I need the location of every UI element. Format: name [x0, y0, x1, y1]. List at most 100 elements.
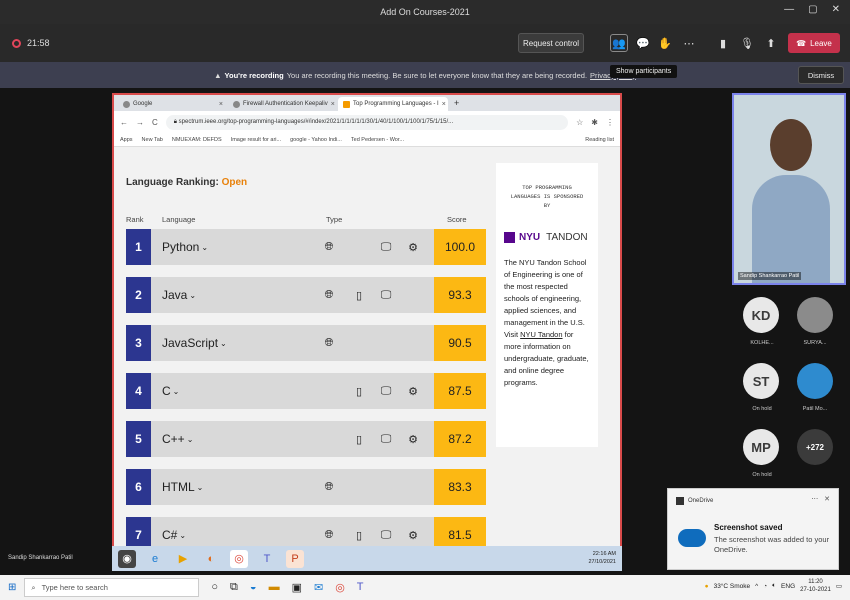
weather-text[interactable]: 33°C Smoke [714, 583, 751, 590]
reading-list[interactable]: Reading list [585, 137, 614, 143]
web-type-icon: 🌐︎ [324, 480, 334, 493]
mic-off-icon[interactable]: 🎙 [738, 34, 756, 52]
chevron-down-icon: ⌄ [189, 290, 197, 300]
address-row: ← → C 🔒︎ spectrum.ieee.org/top-programmi… [114, 111, 620, 133]
new-tab-button[interactable]: + [448, 98, 465, 111]
language-name-text: Python [162, 240, 200, 254]
file-explorer-icon[interactable]: ▬ [269, 581, 280, 594]
minimize-button[interactable]: — [784, 4, 794, 15]
ranking-row[interactable]: 4 C ⌄ ▯ 🖵 ⚙ 87.5 [126, 373, 486, 409]
ranking-row[interactable]: 6 HTML ⌄ 🌐︎ 83.3 [126, 469, 486, 505]
volume-icon[interactable]: 🔈︎ [772, 582, 776, 590]
share-tray-icon[interactable]: ⬆ [762, 34, 780, 52]
address-bar[interactable]: 🔒︎ spectrum.ieee.org/top-programming-lan… [165, 114, 569, 130]
request-control-button[interactable]: Request control [518, 33, 584, 53]
store-icon[interactable]: ▣ [292, 581, 302, 594]
score-value: 100.0 [434, 229, 486, 265]
web-type-icon: 🌐︎ [324, 240, 334, 253]
bookmark-item[interactable]: NMUEXAM: DEFDS [172, 137, 222, 143]
participant-photo-avatar[interactable] [797, 363, 833, 399]
participant-avatar[interactable]: MP [743, 429, 779, 465]
onedrive-toast[interactable]: OneDrive ⋯ ✕ Screenshot saved The screen… [667, 488, 839, 570]
language-name[interactable]: Python ⌄ [162, 229, 208, 265]
browser-tab[interactable]: Firewall Authentication Keepaliv × [228, 97, 338, 111]
bookmark-star-icon[interactable]: ☆ [576, 118, 583, 127]
leave-button[interactable]: ☎ Leave [788, 33, 840, 53]
toast-title: Screenshot saved [714, 523, 783, 532]
nyu-tandon-link[interactable]: NYU Tandon [520, 330, 562, 339]
more-participants-button[interactable]: +272 [797, 429, 833, 465]
lang-indicator[interactable]: ENG [781, 583, 795, 590]
bookmark-apps[interactable]: Apps [120, 137, 133, 143]
ranking-row[interactable]: 2 Java ⌄ 🌐︎ ▯ 🖵 93.3 [126, 277, 486, 313]
web-type-icon: 🌐︎ [324, 528, 334, 541]
chrome-taskbar-icon[interactable]: ◎ [335, 581, 345, 594]
sponsor-heading-line: TOP PROGRAMMING [522, 184, 572, 191]
cortana-icon[interactable]: ○ [211, 581, 218, 594]
taskbar-search[interactable]: ⌕ Type here to search [24, 578, 200, 597]
browser-tab-active[interactable]: Top Programming Languages - I × [338, 97, 448, 111]
taskbar-date: 27-10-2021 [800, 587, 831, 593]
onedrive-app-icon [676, 497, 684, 505]
mobile-type-icon: ▯ [355, 385, 363, 398]
language-name[interactable]: C ⌄ [162, 373, 179, 409]
close-tab-icon[interactable]: × [442, 101, 446, 108]
language-name[interactable]: JavaScript ⌄ [162, 325, 227, 361]
ranking-row[interactable]: 1 Python ⌄ 🌐︎ 🖵 ⚙ 100.0 [126, 229, 486, 265]
task-view-icon[interactable]: ⧉ [230, 581, 238, 594]
weather-icon: ● [704, 582, 709, 590]
bookmark-item[interactable]: Image result for ari... [231, 137, 281, 143]
participants-icon[interactable]: 👥 [610, 34, 628, 52]
language-name[interactable]: Java ⌄ [162, 277, 196, 313]
participant-avatar[interactable]: ST [743, 363, 779, 399]
maximize-button[interactable]: ▢ [808, 4, 817, 15]
participant-video[interactable]: Sandip Shankarrao Patil [732, 93, 846, 285]
participant-avatar[interactable]: KD [743, 297, 779, 333]
extensions-icon[interactable]: ✱ [591, 118, 598, 127]
ranking-row[interactable]: 3 JavaScript ⌄ 🌐︎ 90.5 [126, 325, 486, 361]
back-icon[interactable]: ← [120, 118, 128, 127]
bookmark-item[interactable]: Ted Pedersen - Wor... [351, 137, 404, 143]
chevron-down-icon: ⌄ [186, 434, 194, 444]
tray-chevron-icon[interactable]: ^ [755, 583, 758, 590]
media-icon: ▶ [178, 553, 188, 565]
chevron-down-icon: ⌄ [196, 482, 204, 492]
windows-start-icon[interactable]: ⊞ [8, 582, 16, 593]
firefox-icon: ◐ [207, 552, 215, 565]
bookmark-item[interactable]: New Tab [142, 137, 163, 143]
chat-icon[interactable]: 💬 [634, 34, 652, 52]
reload-icon[interactable]: C [152, 118, 158, 127]
bookmark-item[interactable]: google - Yahoo Indi... [290, 137, 342, 143]
rank-number: 2 [126, 277, 151, 313]
more-actions-icon[interactable]: ⋯ [680, 34, 698, 52]
camera-off-icon[interactable]: ▮ [714, 34, 732, 52]
edge-icon[interactable]: ◒ [250, 581, 257, 594]
nyu-tandon-logo[interactable]: NYU TANDON [504, 232, 598, 243]
ranking-row[interactable]: 5 C++ ⌄ ▯ 🖵 ⚙ 87.2 [126, 421, 486, 457]
reactions-icon[interactable]: ✋ [656, 34, 674, 52]
participant-photo-avatar[interactable] [797, 297, 833, 333]
dismiss-button[interactable]: Dismiss [798, 66, 844, 84]
network-icon[interactable]: ◔ [763, 583, 767, 590]
participant-label: KOLHE... [750, 340, 774, 346]
language-name[interactable]: C++ ⌄ [162, 421, 193, 457]
forward-icon[interactable]: → [136, 118, 144, 127]
close-tab-icon[interactable]: × [331, 101, 335, 108]
mail-icon[interactable]: ✉ [314, 581, 323, 594]
toast-close-icon[interactable]: ✕ [824, 496, 830, 503]
sponsor-panel: TOP PROGRAMMING LANGUAGES IS SPONSORED B… [496, 163, 598, 447]
notification-icon[interactable]: ▭ [836, 582, 842, 590]
mobile-type-icon: ▯ [355, 289, 363, 302]
sponsor-heading: TOP PROGRAMMING LANGUAGES IS SPONSORED B… [496, 183, 598, 210]
teams-taskbar-icon[interactable]: T [357, 581, 364, 594]
menu-icon[interactable]: ⋮ [606, 118, 614, 127]
language-name[interactable]: HTML ⌄ [162, 469, 203, 505]
score-header[interactable]: Score [447, 215, 467, 224]
close-tab-icon[interactable]: × [219, 101, 223, 108]
sponsor-heading-line: BY [543, 202, 551, 209]
browser-tab[interactable]: Google × [118, 97, 228, 111]
ranking-filter[interactable]: Open [222, 177, 248, 188]
close-button[interactable]: ✕ [832, 4, 840, 15]
taskbar-clock[interactable]: 11:20 27-10-2021 [800, 578, 831, 594]
toast-more-icon[interactable]: ⋯ [811, 496, 818, 503]
